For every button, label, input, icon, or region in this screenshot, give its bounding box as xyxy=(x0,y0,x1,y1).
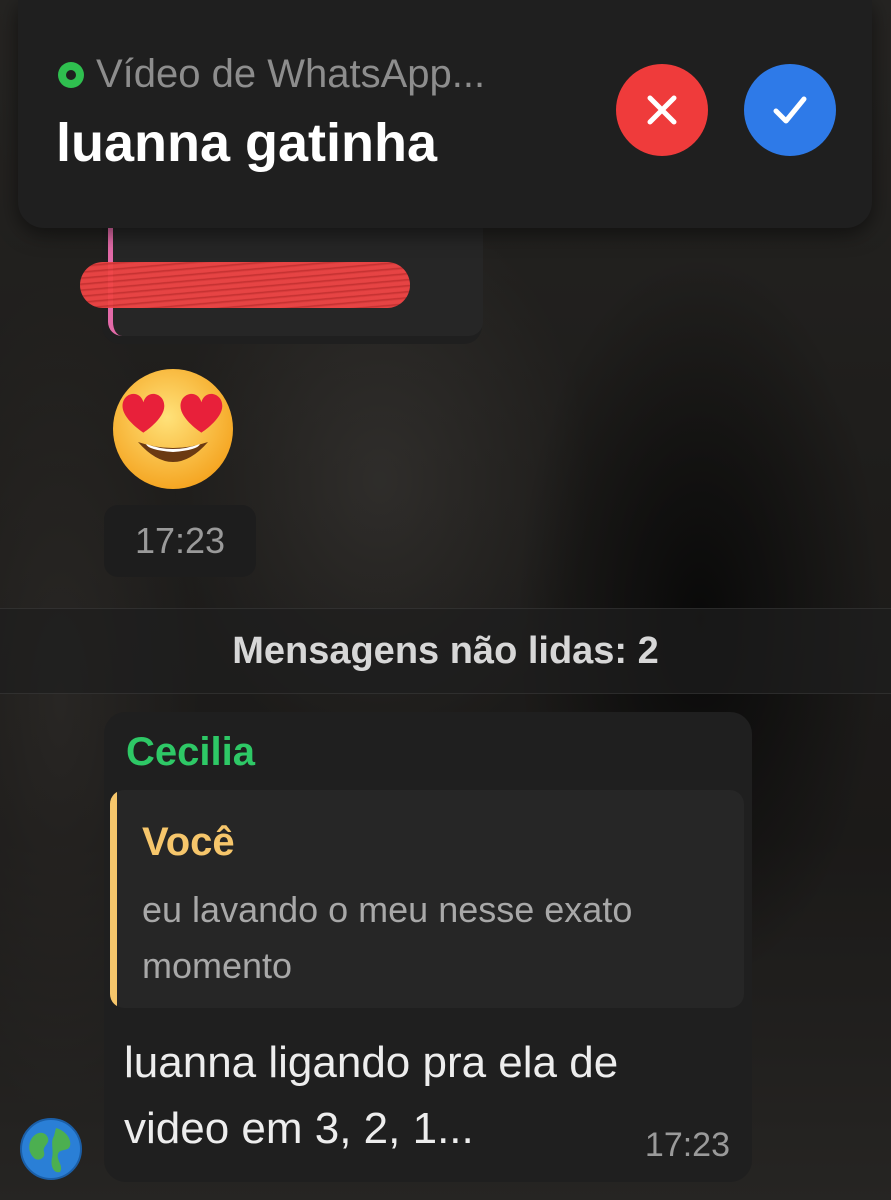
reply-text: eu lavando o meu nesse exato momento xyxy=(142,889,633,986)
decline-call-button[interactable] xyxy=(616,64,708,156)
timestamp-label: 17:23 xyxy=(134,520,226,561)
caller-name: luanna gatinha xyxy=(56,113,438,173)
message-timestamp: 17:23 xyxy=(104,505,256,577)
sender-name[interactable]: Cecilia xyxy=(126,730,255,775)
close-icon xyxy=(647,95,677,125)
incoming-call-notification[interactable]: Vídeo de WhatsApp... luanna gatinha xyxy=(18,0,872,228)
reply-accent-bar xyxy=(110,790,117,1008)
accept-call-button[interactable] xyxy=(744,64,836,156)
message-time: 17:23 xyxy=(644,1126,730,1164)
check-icon xyxy=(773,96,807,124)
globe-avatar-icon[interactable] xyxy=(20,1118,82,1180)
unread-messages-label: Mensagens não lidas: 2 xyxy=(232,629,659,672)
message-text: luanna ligando pra ela de video em 3, 2,… xyxy=(124,1038,619,1153)
notification-app-name: Vídeo de WhatsApp... xyxy=(96,52,486,96)
incoming-message-bubble[interactable]: Cecilia Você eu lavando o meu nesse exat… xyxy=(104,712,752,1182)
redaction-scribble xyxy=(80,262,410,308)
quoted-reply[interactable]: Você eu lavando o meu nesse exato moment… xyxy=(110,790,744,1008)
heart-eyes-emoji-icon[interactable] xyxy=(108,364,238,494)
notification-app-row: Vídeo de WhatsApp... xyxy=(58,52,485,97)
unread-messages-divider: Mensagens não lidas: 2 xyxy=(0,608,891,694)
whatsapp-icon xyxy=(58,61,84,88)
reply-author: Você xyxy=(142,820,235,864)
